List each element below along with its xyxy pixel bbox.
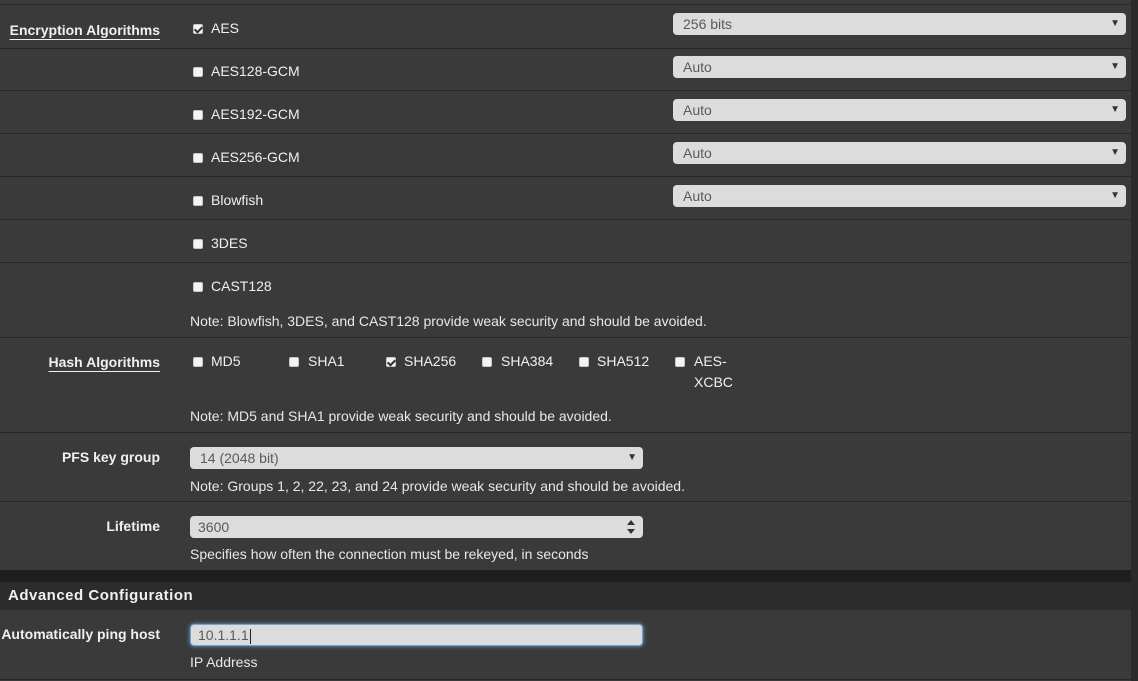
panel-gap — [0, 570, 1131, 582]
scrollbar-track[interactable] — [1131, 0, 1138, 681]
encryption-row-aes256gcm: AES256-GCM Auto ▼ — [0, 134, 1131, 177]
sha512-label: SHA512 — [597, 353, 650, 369]
blowfish-checkbox[interactable] — [193, 196, 203, 206]
blowfish-keylen-select[interactable]: Auto ▼ — [673, 185, 1126, 207]
encryption-note: Note: Blowfish, 3DES, and CAST128 provid… — [190, 313, 707, 329]
aes256gcm-checkbox[interactable] — [193, 153, 203, 163]
lifetime-help: Specifies how often the connection must … — [190, 546, 589, 562]
aes192gcm-label: AES192-GCM — [211, 106, 300, 122]
aes-keylen-select[interactable]: 256 bits ▼ — [673, 13, 1126, 35]
ping-host-value: 10.1.1.1 — [198, 627, 249, 643]
blowfish-keylen-value: Auto — [683, 188, 712, 204]
aesxcbc-checkbox[interactable] — [675, 357, 685, 367]
cast128-label: CAST128 — [211, 278, 272, 294]
lifetime-label: Lifetime — [106, 518, 160, 534]
encryption-row-cast128: CAST128 Note: Blowfish, 3DES, and CAST12… — [0, 263, 1131, 338]
3des-checkbox[interactable] — [193, 239, 203, 249]
chevron-down-icon: ▼ — [1110, 147, 1120, 158]
spinner-icon[interactable] — [627, 520, 635, 534]
aesxcbc-label-line2: XCBC — [694, 374, 733, 390]
aes-keylen-value: 256 bits — [683, 16, 733, 32]
sha512-checkbox[interactable] — [579, 357, 589, 367]
ping-host-help: IP Address — [190, 654, 258, 670]
hash-row: Hash Algorithms MD5 SHA1 SHA256 SHA384 S… — [0, 338, 1131, 433]
aes192gcm-keylen-value: Auto — [683, 102, 712, 118]
md5-checkbox[interactable] — [193, 357, 203, 367]
aes256gcm-keylen-select[interactable]: Auto ▼ — [673, 142, 1126, 164]
pfs-row: PFS key group 14 (2048 bit) ▼ Note: Grou… — [0, 433, 1131, 502]
pfs-note: Note: Groups 1, 2, 22, 23, and 24 provid… — [190, 478, 685, 494]
chevron-down-icon: ▼ — [1110, 18, 1120, 29]
sha256-label: SHA256 — [404, 353, 457, 369]
lifetime-value: 3600 — [198, 519, 230, 535]
lifetime-input[interactable]: 3600 — [190, 516, 643, 538]
blowfish-label: Blowfish — [211, 192, 264, 208]
aes128gcm-keylen-value: Auto — [683, 59, 712, 75]
sha384-label: SHA384 — [501, 353, 554, 369]
aesxcbc-label-line1: AES- — [694, 353, 727, 369]
sha1-label: SHA1 — [308, 353, 345, 369]
advanced-configuration-title: Advanced Configuration — [8, 587, 194, 604]
aes-label: AES — [211, 20, 240, 36]
chevron-down-icon: ▼ — [1110, 61, 1120, 72]
aes192gcm-checkbox[interactable] — [193, 110, 203, 120]
encryption-row-3des: 3DES — [0, 220, 1131, 263]
aes128gcm-keylen-select[interactable]: Auto ▼ — [673, 56, 1126, 78]
encryption-algorithms-label: Encryption Algorithms — [9, 22, 160, 38]
ping-host-input[interactable]: 10.1.1.1 — [190, 624, 643, 646]
pfs-key-group-value: 14 (2048 bit) — [200, 450, 279, 466]
aes256gcm-label: AES256-GCM — [211, 149, 300, 165]
hash-algorithms-label: Hash Algorithms — [48, 354, 161, 370]
pfs-key-group-select[interactable]: 14 (2048 bit) ▼ — [190, 447, 643, 469]
encryption-row-aes192gcm: AES192-GCM Auto ▼ — [0, 91, 1131, 134]
3des-label: 3DES — [211, 235, 248, 251]
encryption-row-blowfish: Blowfish Auto ▼ — [0, 177, 1131, 220]
ping-host-label: Automatically ping host — [1, 626, 160, 642]
hash-note: Note: MD5 and SHA1 provide weak security… — [190, 408, 612, 424]
aes-checkbox[interactable] — [193, 24, 203, 34]
md5-label: MD5 — [211, 353, 241, 369]
ping-host-row: Automatically ping host 10.1.1.1 IP Addr… — [0, 611, 1131, 680]
aes256gcm-keylen-value: Auto — [683, 145, 712, 161]
aes128gcm-label: AES128-GCM — [211, 63, 300, 79]
encryption-row-aes128gcm: AES128-GCM Auto ▼ — [0, 48, 1131, 91]
sha384-checkbox[interactable] — [482, 357, 492, 367]
text-cursor — [249, 628, 251, 644]
pfs-key-group-label: PFS key group — [61, 449, 160, 465]
chevron-down-icon: ▼ — [1110, 190, 1120, 201]
sha1-checkbox[interactable] — [289, 357, 299, 367]
aes128gcm-checkbox[interactable] — [193, 67, 203, 77]
chevron-down-icon: ▼ — [1110, 104, 1120, 115]
aes192gcm-keylen-select[interactable]: Auto ▼ — [673, 99, 1126, 121]
lifetime-row: Lifetime 3600 Specifies how often the co… — [0, 502, 1131, 570]
chevron-down-icon: ▼ — [627, 452, 637, 463]
sha256-checkbox[interactable] — [386, 357, 396, 367]
encryption-row-aes: Encryption Algorithms AES 256 bits ▼ — [0, 4, 1131, 49]
cast128-checkbox[interactable] — [193, 282, 203, 292]
advanced-configuration-header: Advanced Configuration — [0, 582, 1131, 610]
